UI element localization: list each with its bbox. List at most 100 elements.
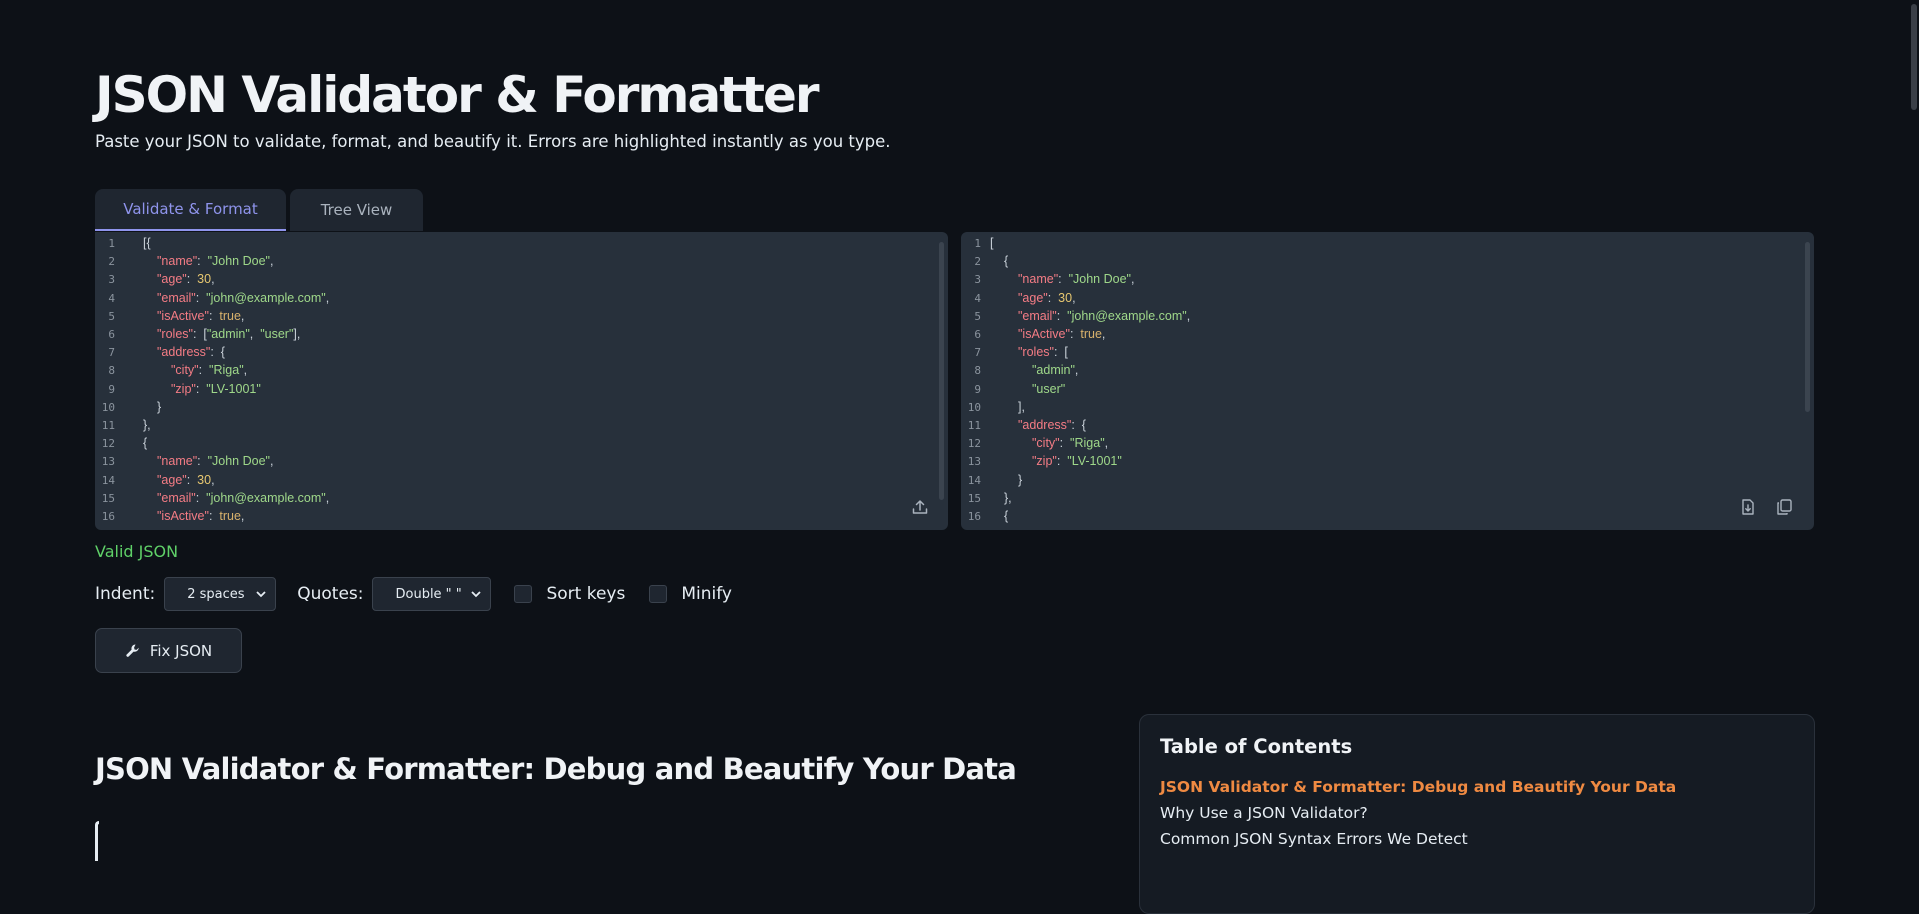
- code-token: "John Doe": [207, 254, 270, 269]
- code-line: "age": 30,: [1018, 291, 1076, 305]
- download-file-icon: [1742, 499, 1754, 515]
- code-line: {: [1004, 509, 1008, 523]
- sort-keys-label: Sort keys: [546, 584, 626, 604]
- line-number: 11: [967, 419, 981, 432]
- output-editor[interactable]: 1 [2 {3 "name": "John Doe", 4 "age": 30, 5 "ema…: [961, 232, 1814, 530]
- chevron-down-icon: [256, 591, 266, 598]
- code-line: }: [1018, 473, 1022, 487]
- code-token: "city": [1032, 436, 1060, 451]
- code-token: :: [186, 272, 198, 287]
- code-token: "john@example.com": [206, 490, 326, 505]
- output-editor-scrollbar[interactable]: [1805, 242, 1810, 412]
- line-number: 1: [108, 237, 115, 250]
- indent-select[interactable]: 2 spaces: [164, 577, 277, 611]
- line-number: 10: [101, 400, 115, 414]
- copy-button[interactable]: [1773, 496, 1795, 518]
- code-line: "isActive": true,: [157, 309, 244, 323]
- line-number: 4: [108, 291, 115, 305]
- line-number: 4: [974, 291, 981, 305]
- code-token: [{: [143, 236, 151, 250]
- code-token: :: [1059, 436, 1071, 451]
- code-token: :: [197, 254, 208, 269]
- code-token: ,: [211, 472, 215, 487]
- line-number: 12: [101, 437, 115, 451]
- tab-tree-view[interactable]: Tree View: [290, 189, 423, 231]
- line-number: 15: [101, 491, 115, 505]
- code-token: "user": [1032, 381, 1066, 396]
- sort-keys-checkbox[interactable]: [514, 585, 533, 603]
- code-token: },: [143, 418, 151, 432]
- quotes-label: Quotes:: [297, 584, 364, 604]
- line-number: 15: [967, 491, 981, 505]
- code-line: "email": "john@example.com",: [1018, 309, 1190, 323]
- code-token: "roles": [157, 327, 193, 341]
- code-token: "name": [157, 454, 198, 469]
- line-number: 6: [974, 328, 981, 341]
- line-number: 7: [974, 346, 981, 360]
- input-editor[interactable]: 1 [{2 "name": "John Doe", 3 "age": 30, 4 "emai…: [95, 232, 948, 530]
- code-token: :: [1047, 290, 1059, 305]
- section-heading: JSON Validator & Formatter: Debug and Be…: [95, 752, 1017, 786]
- code-token: }: [1018, 472, 1023, 487]
- code-line: "roles": [: [1018, 345, 1068, 359]
- page-subtitle: Paste your JSON to validate, format, and…: [95, 132, 891, 151]
- minify-checkbox[interactable]: [649, 585, 668, 603]
- input-editor-scrollbar[interactable]: [939, 242, 944, 500]
- code-token: "isActive": [157, 308, 209, 323]
- code-token: {: [1004, 254, 1009, 269]
- quotes-select[interactable]: Double " ": [372, 577, 492, 611]
- code-token: "John Doe": [1068, 272, 1131, 287]
- tab-validate-format[interactable]: Validate & Format: [95, 189, 286, 231]
- table-of-contents: Table of Contents JSON Validator & Forma…: [1139, 714, 1815, 914]
- toc-item[interactable]: JSON Validator & Formatter: Debug and Be…: [1160, 778, 1794, 804]
- line-number: 5: [108, 309, 115, 323]
- code-token: "Riga": [209, 363, 244, 378]
- code-line: "roles": ["admin", "user"],: [157, 327, 300, 341]
- code-line: "name": "John Doe",: [157, 254, 273, 268]
- code-token: true: [219, 308, 241, 323]
- toc-item[interactable]: Common JSON Syntax Errors We Detect: [1160, 830, 1794, 856]
- code-line: {: [1004, 254, 1008, 268]
- code-line: }: [157, 400, 161, 414]
- validation-status: Valid JSON: [95, 542, 179, 561]
- code-token: "city": [171, 363, 199, 378]
- line-number: 3: [974, 273, 981, 287]
- code-token: "John Doe": [207, 454, 270, 469]
- code-token: "john@example.com": [206, 290, 326, 305]
- code-token: ],: [293, 327, 301, 341]
- code-token: "LV-1001": [206, 381, 261, 396]
- code-token: "admin": [206, 327, 250, 341]
- code-token: : [: [1053, 345, 1068, 360]
- code-line: "isActive": true,: [1018, 327, 1105, 341]
- page-scrollbar[interactable]: [1909, 0, 1919, 853]
- code-token: ,: [249, 327, 261, 341]
- code-token: :: [208, 509, 220, 523]
- code-line: "age": 30,: [157, 473, 215, 487]
- code-token: true: [1080, 327, 1102, 341]
- code-token: {: [143, 436, 148, 451]
- code-token: "age": [157, 472, 187, 487]
- code-line: [{: [143, 236, 151, 250]
- line-number: 13: [101, 455, 115, 469]
- line-number: 7: [108, 346, 115, 360]
- code-line: "admin",: [1032, 363, 1078, 377]
- line-number: 12: [967, 437, 981, 451]
- code-token: "isActive": [157, 509, 209, 523]
- content-block-edge: [95, 821, 99, 861]
- code-token: "Riga": [1070, 436, 1105, 451]
- code-token: }: [157, 399, 162, 414]
- code-token: "age": [157, 272, 187, 287]
- code-token: ,: [211, 272, 215, 287]
- code-line: "address": {: [1018, 418, 1086, 432]
- code-token: },: [1004, 490, 1012, 505]
- fix-json-button[interactable]: Fix JSON: [95, 628, 242, 673]
- code-token: :: [1058, 272, 1069, 287]
- download-button[interactable]: [1737, 496, 1759, 518]
- upload-button[interactable]: [909, 496, 931, 518]
- code-token: :: [208, 308, 220, 323]
- page-scrollbar-thumb[interactable]: [1911, 4, 1917, 110]
- line-number: 2: [108, 255, 115, 269]
- toc-item[interactable]: Why Use a JSON Validator?: [1160, 804, 1794, 830]
- code-token: : {: [210, 345, 225, 360]
- code-token: true: [219, 509, 241, 523]
